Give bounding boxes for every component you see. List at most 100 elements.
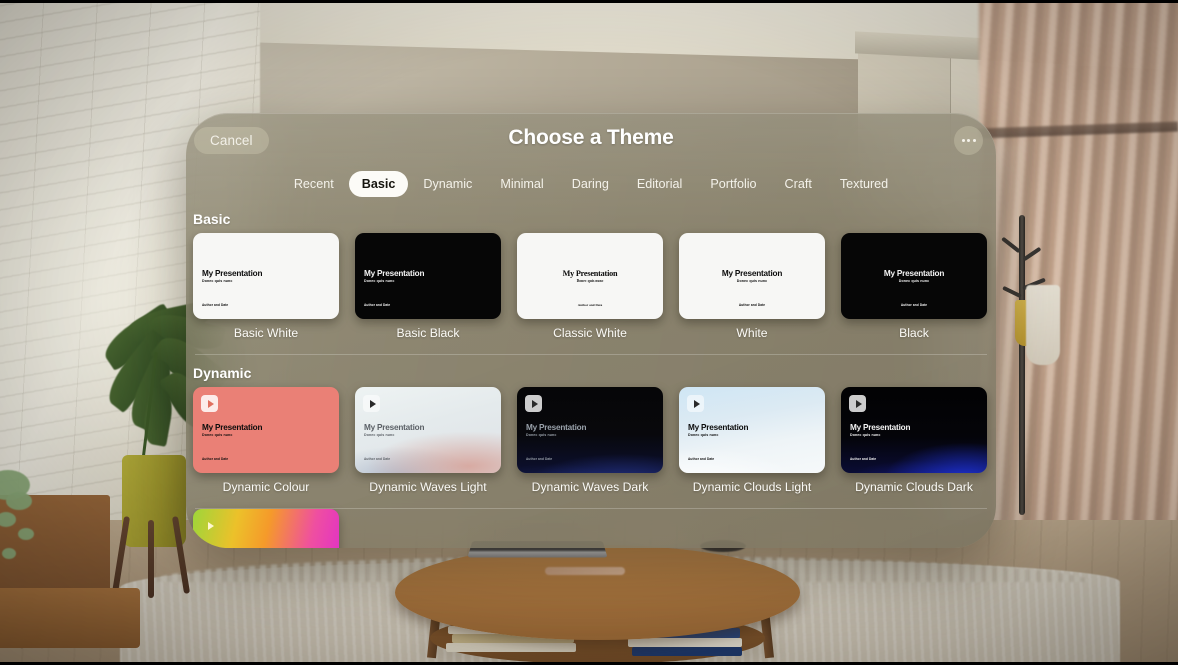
- more-options-icon[interactable]: [954, 126, 983, 155]
- book-stack-right: [628, 638, 742, 647]
- theme-card[interactable]: My Presentation Donec quis nunc Author and…: [679, 233, 825, 340]
- play-animation-icon[interactable]: [687, 395, 704, 412]
- slide-title: My Presentation: [883, 269, 945, 278]
- section-heading-dynamic: Dynamic: [193, 365, 252, 381]
- tab-daring[interactable]: Daring: [559, 171, 622, 197]
- theme-grid: My Presentation Donec quis nunc Author and…: [193, 387, 989, 494]
- play-triangle-icon: [531, 399, 538, 408]
- slide-subtitle: Donec quis nunc: [576, 279, 604, 283]
- slide-title: My Presentation: [364, 423, 425, 432]
- slide-title: My Presentation: [850, 423, 911, 432]
- slide-author-date: Author and Date: [688, 457, 715, 461]
- theme-scroll-area[interactable]: Basic My Presentation Donec quis nunc Autho…: [186, 201, 996, 548]
- slide-subtitle: Donec quis nunc: [898, 279, 930, 283]
- hanging-tote-bag: [1026, 285, 1060, 365]
- tab-craft[interactable]: Craft: [772, 171, 825, 197]
- coffee-table-top: [395, 545, 800, 640]
- choose-theme-dialog: Cancel Choose a Theme Recent Basic Dynamic…: [186, 113, 996, 548]
- theme-thumbnail[interactable]: My Presentation Donec quis nunc Author and…: [517, 233, 663, 319]
- theme-card[interactable]: My Presentation Donec quis nunc Author and…: [355, 233, 501, 340]
- slide-subtitle: Donec quis nunc: [364, 279, 395, 283]
- slide-subtitle: Donec quis nunc: [736, 279, 768, 283]
- theme-name-label: Dynamic Waves Light: [369, 480, 487, 494]
- play-triangle-icon: [855, 399, 862, 408]
- theme-thumbnail[interactable]: My Presentation Donec quis nunc Author and…: [517, 387, 663, 473]
- play-animation-icon[interactable]: [849, 395, 866, 412]
- theme-card[interactable]: MY PRESENTATION: [193, 509, 339, 548]
- theme-thumbnail[interactable]: My Presentation Donec quis nunc Author and…: [841, 387, 987, 473]
- screen-top-letterbox: [0, 0, 1178, 3]
- play-triangle-icon: [369, 399, 376, 408]
- wooden-bench: [0, 588, 140, 648]
- slide-subtitle: Donec quis nunc: [202, 433, 233, 437]
- theme-name-label: Basic Black: [396, 326, 460, 340]
- theme-thumbnail[interactable]: My Presentation Donec quis nunc Author and…: [679, 233, 825, 319]
- play-animation-icon[interactable]: [201, 517, 218, 534]
- book-stack-left: [446, 643, 576, 652]
- tab-editorial[interactable]: Editorial: [624, 171, 696, 197]
- tab-portfolio[interactable]: Portfolio: [697, 171, 769, 197]
- slide-author-date: Author and Date: [900, 303, 928, 307]
- slide-author-date: Author and Date: [738, 303, 766, 307]
- theme-card[interactable]: My Presentation Donec quis nunc Author and…: [517, 387, 663, 494]
- slide-subtitle: Donec quis nunc: [850, 433, 881, 437]
- theme-card[interactable]: My Presentation Donec quis nunc Author and…: [355, 387, 501, 494]
- theme-thumbnail[interactable]: MY PRESENTATION: [193, 509, 339, 548]
- slide-title: My Presentation: [688, 423, 749, 432]
- remote-control: [545, 567, 625, 575]
- play-animation-icon[interactable]: [363, 395, 380, 412]
- tab-minimal[interactable]: Minimal: [487, 171, 556, 197]
- slide-title: My Presentation: [721, 269, 783, 278]
- theme-card[interactable]: My Presentation Donec quis nunc Author and…: [193, 233, 339, 340]
- slide-title: My Presentation: [562, 269, 618, 278]
- play-triangle-icon: [207, 521, 214, 530]
- theme-name-label: Dynamic Waves Dark: [531, 480, 649, 494]
- slide-subtitle: Donec quis nunc: [202, 279, 233, 283]
- theme-thumbnail[interactable]: My Presentation Donec quis nunc Author and…: [193, 233, 339, 319]
- theme-thumbnail[interactable]: My Presentation Donec quis nunc Author and…: [355, 387, 501, 473]
- slide-author-date: Author and Date: [526, 457, 553, 461]
- theme-name-label: White: [736, 326, 768, 340]
- tab-recent[interactable]: Recent: [281, 171, 347, 197]
- slide-author-date: Author and Date: [364, 457, 391, 461]
- page-title: Choose a Theme: [508, 126, 674, 149]
- section-divider: [195, 354, 987, 355]
- tab-textured[interactable]: Textured: [827, 171, 901, 197]
- play-triangle-icon: [693, 399, 700, 408]
- play-animation-icon[interactable]: [525, 395, 542, 412]
- play-triangle-icon: [207, 399, 214, 408]
- theme-name-label: Dynamic Colour: [222, 480, 310, 494]
- theme-name-label: Basic White: [233, 326, 299, 340]
- slide-subtitle: Donec quis nunc: [688, 433, 719, 437]
- theme-grid: MY PRESENTATION: [193, 509, 989, 548]
- tab-dynamic[interactable]: Dynamic: [410, 171, 485, 197]
- theme-name-label: Classic White: [553, 326, 627, 340]
- theme-name-label: Black: [899, 326, 929, 340]
- slide-subtitle: Donec quis nunc: [526, 433, 557, 437]
- dialog-header: Cancel Choose a Theme: [186, 113, 996, 171]
- theme-card[interactable]: My Presentation Donec quis nunc Author and…: [841, 233, 987, 340]
- play-animation-icon[interactable]: [201, 395, 218, 412]
- theme-name-label: Dynamic Clouds Dark: [855, 480, 973, 494]
- theme-card[interactable]: My Presentation Donec quis nunc Author and…: [517, 233, 663, 340]
- theme-card[interactable]: My Presentation Donec quis nunc Author and…: [679, 387, 825, 494]
- slide-author-date: Author and Date: [364, 303, 391, 307]
- theme-thumbnail[interactable]: My Presentation Donec quis nunc Author and…: [355, 233, 501, 319]
- theme-card[interactable]: My Presentation Donec quis nunc Author and…: [841, 387, 987, 494]
- theme-thumbnail[interactable]: My Presentation Donec quis nunc Author and…: [679, 387, 825, 473]
- theme-thumbnail[interactable]: My Presentation Donec quis nunc Author and…: [193, 387, 339, 473]
- tab-basic[interactable]: Basic: [348, 171, 409, 197]
- slide-title: My Presentation: [364, 269, 425, 278]
- theme-card[interactable]: My Presentation Donec quis nunc Author and…: [193, 387, 339, 494]
- theme-grid: My Presentation Donec quis nunc Author and…: [193, 233, 989, 340]
- slide-author-date: Author and Date: [202, 457, 229, 461]
- slide-title: My Presentation: [202, 269, 263, 278]
- slide-subtitle: Donec quis nunc: [364, 433, 395, 437]
- theme-thumbnail[interactable]: My Presentation Donec quis nunc Author and…: [841, 233, 987, 319]
- slide-title: My Presentation: [526, 423, 587, 432]
- slide-title: My Presentation: [202, 423, 263, 432]
- slide-author-date: Author and Date: [202, 303, 229, 307]
- slide-author-date: Author and Date: [850, 457, 877, 461]
- theme-name-label: Dynamic Clouds Light: [692, 480, 812, 494]
- slide-author-date: Author and Date: [577, 303, 603, 307]
